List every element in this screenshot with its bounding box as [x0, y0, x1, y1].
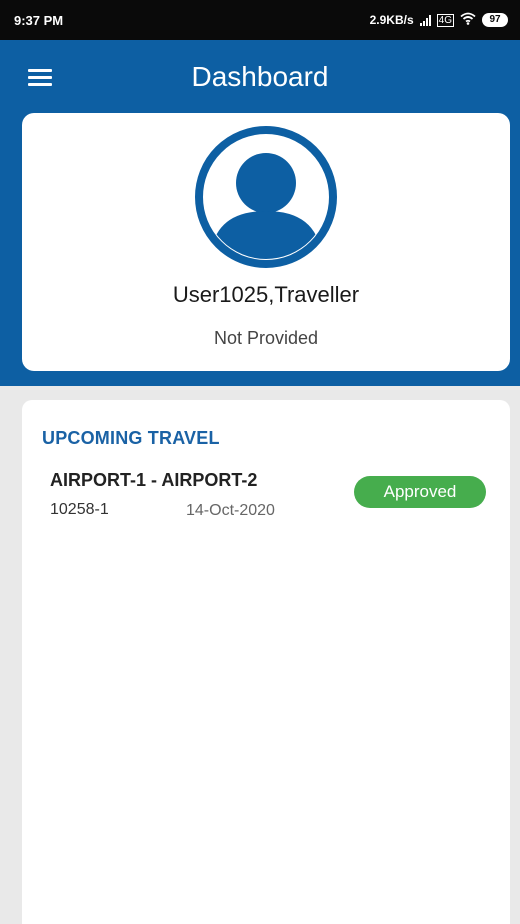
profile-card: User1025,Traveller Not Provided: [22, 113, 510, 371]
trip-route: AIRPORT-1 - AIRPORT-2: [50, 470, 258, 490]
status-time: 9:37 PM: [14, 12, 64, 28]
trip-date: 14-Oct-2020: [186, 502, 275, 519]
page-title: Dashboard: [191, 61, 329, 92]
volte-icon: 4G: [436, 13, 454, 27]
trip-id: 10258-1: [50, 501, 109, 518]
user-avatar-icon[interactable]: [194, 125, 338, 269]
status-badge: Approved: [354, 476, 486, 508]
status-bar: 9:37 PM 2.9KB/s 4G 97: [0, 0, 520, 40]
user-name: User1025,Traveller: [172, 282, 360, 307]
app-header: Dashboard User1025,Traveller Not Provide…: [0, 40, 520, 386]
network-speed: 2.9KB/s: [369, 13, 414, 27]
upcoming-travel-panel: UPCOMING TRAVEL AIRPORT-1 - AIRPORT-2 10…: [22, 400, 510, 924]
battery-icon: 97: [482, 13, 508, 27]
user-subtitle: Not Provided: [213, 328, 319, 348]
content-area: UPCOMING TRAVEL AIRPORT-1 - AIRPORT-2 10…: [0, 386, 520, 924]
signal-icon: [419, 14, 431, 26]
status-indicators: 2.9KB/s 4G 97: [370, 12, 508, 28]
trip-item[interactable]: AIRPORT-1 - AIRPORT-2 10258-1 14-Oct-202…: [22, 462, 510, 532]
section-heading: UPCOMING TRAVEL: [42, 428, 220, 448]
app-screen: 9:37 PM 2.9KB/s 4G 97 Dashboard User1025…: [0, 0, 520, 924]
wifi-icon: [460, 12, 476, 28]
